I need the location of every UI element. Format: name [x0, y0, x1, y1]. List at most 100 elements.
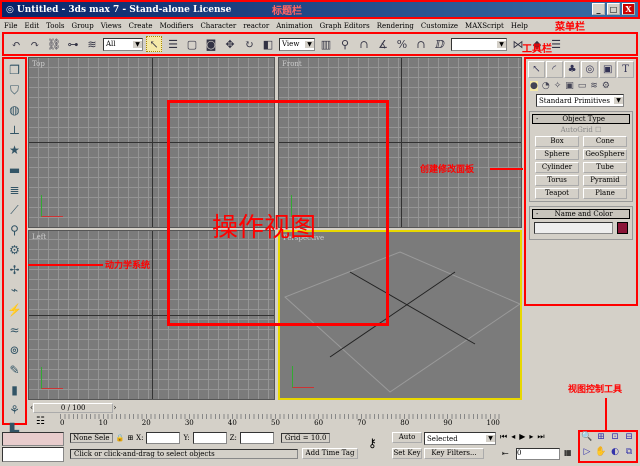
named-selection-dropdown[interactable]: ▼	[451, 37, 507, 51]
rectangular-selection-icon[interactable]: ▢	[184, 36, 200, 52]
zoom-extents-all-icon[interactable]: ⊟	[622, 432, 636, 447]
sphere-button[interactable]: Sphere	[535, 149, 579, 160]
hinge-icon[interactable]: ⚲	[7, 222, 23, 238]
water-icon[interactable]: ≈	[7, 322, 23, 338]
fracture-icon[interactable]: ⚡	[7, 302, 23, 318]
rope-icon[interactable]: ⊥	[7, 122, 23, 138]
select-by-name-icon[interactable]: ☰	[165, 36, 181, 52]
space-warps-icon[interactable]: ≋	[590, 81, 598, 91]
play-icon[interactable]: ▶	[519, 432, 525, 442]
menu-tools[interactable]: Tools	[46, 22, 64, 30]
autogrid-checkbox[interactable]: AutoGrid ☐	[534, 126, 628, 134]
hierarchy-tab[interactable]: ♣	[563, 61, 581, 78]
scale-icon[interactable]: ◧	[260, 36, 276, 52]
name-color-rollout[interactable]: - Name and Color	[532, 209, 630, 219]
point-constraint-icon[interactable]: ✎	[7, 362, 23, 378]
undo-icon[interactable]: ↶	[8, 36, 24, 52]
menu-reactor[interactable]: reactor	[243, 22, 269, 30]
object-name-input[interactable]	[534, 222, 613, 234]
tube-button[interactable]: Tube	[583, 162, 627, 173]
preview-icon[interactable]: ⚘	[7, 402, 23, 418]
menu-create[interactable]: Create	[129, 22, 153, 30]
systems-icon[interactable]: ⚙	[602, 81, 610, 91]
time-configuration-icon[interactable]: ▦	[564, 448, 572, 457]
cloth-icon[interactable]: ⛉	[7, 82, 23, 98]
motion-tab[interactable]: ◎	[581, 61, 599, 78]
link-icon[interactable]: ⛓	[46, 36, 62, 52]
x-coord-input[interactable]	[146, 432, 181, 444]
y-coord-input[interactable]	[192, 432, 227, 444]
object-type-rollout[interactable]: - Object Type	[532, 114, 630, 124]
lock-icon[interactable]: 🔒	[116, 434, 125, 442]
pan-icon[interactable]: ✋	[594, 447, 608, 462]
edit-named-selection-icon[interactable]: ⅅ	[432, 36, 448, 52]
category-dropdown[interactable]: Standard Primitives ▼	[536, 94, 624, 107]
utilities-tab[interactable]: T	[617, 61, 634, 78]
previous-frame-icon[interactable]: ◂	[511, 432, 515, 442]
snap-3d-icon[interactable]: ∩	[356, 36, 372, 52]
ragdoll-icon[interactable]: ▮	[7, 382, 23, 398]
box-button[interactable]: Box	[535, 136, 579, 147]
toy-car-icon[interactable]: ⌁	[7, 282, 23, 298]
maximize-viewport-icon[interactable]: ⧉	[622, 447, 636, 462]
next-frame-icon[interactable]: ▸	[529, 432, 533, 442]
constraint-icon[interactable]: ⊚	[7, 342, 23, 358]
menu-help[interactable]: Help	[511, 22, 528, 30]
select-object-icon[interactable]: ↖	[146, 36, 162, 52]
menu-views[interactable]: Views	[101, 22, 122, 30]
rotate-icon[interactable]: ↻	[241, 36, 257, 52]
menu-maxscript[interactable]: MAXScript	[465, 22, 504, 30]
angle-snap-icon[interactable]: ∡	[375, 36, 391, 52]
unlink-icon[interactable]: ⊶	[65, 36, 81, 52]
key-icon[interactable]: ⚷	[368, 436, 377, 450]
menu-edit[interactable]: Edit	[24, 22, 39, 30]
geosphere-button[interactable]: GeoSphere	[583, 149, 627, 160]
zoom-icon[interactable]: 🔍	[580, 432, 594, 447]
soft-body-icon[interactable]: ◍	[7, 102, 23, 118]
arc-rotate-icon[interactable]: ◐	[608, 447, 622, 462]
slider-next-icon[interactable]: ›	[113, 403, 116, 412]
create-tab[interactable]: ↖	[528, 61, 545, 78]
go-to-end-icon[interactable]: ⏭	[537, 432, 544, 442]
track-bar[interactable]: 0 10 20 30 40 50 60 70 80 90 100	[60, 414, 500, 430]
pyramid-button[interactable]: Pyramid	[583, 175, 627, 186]
plane-icon[interactable]: ▬	[7, 162, 23, 178]
object-color-swatch[interactable]	[617, 222, 628, 234]
add-time-tag-button[interactable]: Add Time Tag	[302, 448, 358, 459]
pivot-center-icon[interactable]: ▥	[318, 36, 334, 52]
absolute-mode-icon[interactable]: ⊞	[127, 434, 133, 442]
selection-filter-dropdown[interactable]: All ▼	[103, 37, 143, 51]
spring-icon[interactable]: ≣	[7, 182, 23, 198]
current-frame-input[interactable]: 0	[516, 448, 560, 460]
bind-space-warp-icon[interactable]: ≋	[84, 36, 100, 52]
trackbar-toggle-icon[interactable]: ☷	[36, 416, 45, 427]
auto-key-button[interactable]: Auto Key	[392, 432, 422, 443]
menu-rendering[interactable]: Rendering	[377, 22, 414, 30]
move-icon[interactable]: ✥	[222, 36, 238, 52]
menu-customize[interactable]: Customize	[421, 22, 458, 30]
shapes-icon[interactable]: ◔	[542, 81, 550, 91]
manipulate-icon[interactable]: ⚲	[337, 36, 353, 52]
maximize-button[interactable]: □	[607, 3, 620, 15]
window-crossing-icon[interactable]: ◙	[203, 36, 219, 52]
deforming-mesh-icon[interactable]: ★	[7, 142, 23, 158]
modify-tab[interactable]: ◜	[545, 61, 563, 78]
dashpot-icon[interactable]: ⟋	[7, 202, 23, 218]
time-slider-thumb[interactable]: 0 / 100	[33, 402, 114, 413]
key-mode-dropdown[interactable]: Selected ▼	[424, 432, 496, 445]
torus-button[interactable]: Torus	[535, 175, 579, 186]
reference-coordinate-dropdown[interactable]: View ▼	[279, 37, 315, 51]
teapot-button[interactable]: Teapot	[535, 188, 579, 199]
cylinder-button[interactable]: Cylinder	[535, 162, 579, 173]
close-button[interactable]: X	[622, 3, 635, 15]
wind-icon[interactable]: ✢	[7, 262, 23, 278]
set-key-button[interactable]: Set Key	[392, 448, 422, 459]
menu-modifiers[interactable]: Modifiers	[160, 22, 194, 30]
field-of-view-icon[interactable]: ▷	[580, 447, 594, 462]
plane-button[interactable]: Plane	[583, 188, 627, 199]
time-slider[interactable]: ‹ 0 / 100 ›	[30, 402, 276, 413]
z-coord-input[interactable]	[239, 432, 274, 444]
menu-character[interactable]: Character	[200, 22, 236, 30]
redo-icon[interactable]: ↷	[27, 36, 43, 52]
geometry-icon[interactable]: ●	[530, 81, 538, 91]
